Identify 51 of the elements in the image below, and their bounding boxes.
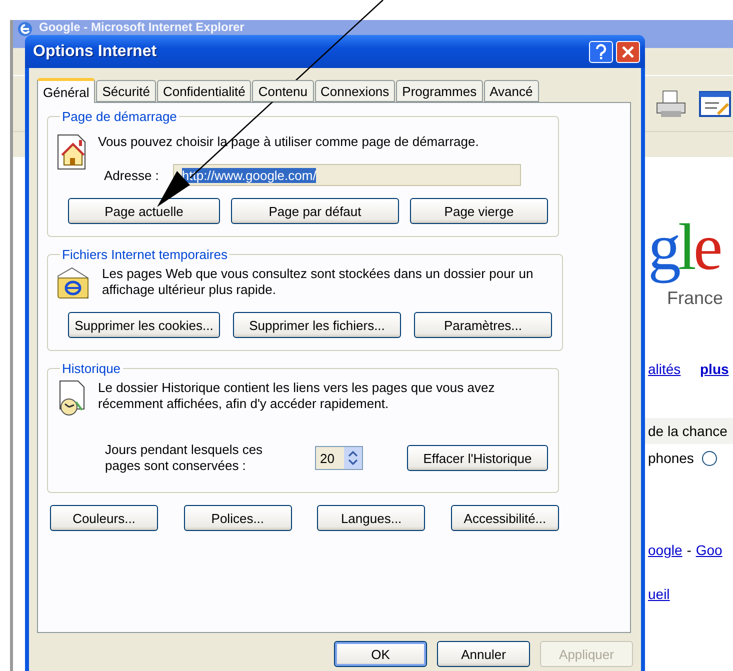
clear-history-button[interactable]: Effacer l'Historique [407, 445, 548, 471]
settings-button[interactable]: Accessibilité... [450, 505, 559, 531]
files-button[interactable]: Paramètres... [414, 312, 552, 338]
page-button[interactable]: Page par défaut [231, 198, 399, 224]
tab[interactable]: Confidentialité [156, 80, 252, 102]
settings-button[interactable]: Polices... [184, 505, 292, 531]
footer-link[interactable]: Goo [696, 542, 722, 558]
logo-text: gle [648, 211, 720, 284]
settings-button[interactable]: Langues... [317, 505, 426, 531]
house-page-icon [56, 134, 88, 170]
banner-text: de la chance [648, 423, 728, 439]
tab[interactable]: Avancé [484, 80, 539, 102]
group-title: Fichiers Internet temporaires [61, 247, 228, 262]
tab[interactable]: Sécurité [96, 80, 156, 102]
dialog-button[interactable]: OK [334, 641, 427, 667]
up-down-arrows-icon [348, 450, 358, 466]
dialog-button[interactable]: Annuler [437, 641, 530, 667]
nav-link[interactable]: plus [700, 361, 729, 377]
address-label: Adresse : [104, 168, 159, 182]
close-button[interactable] [616, 40, 640, 62]
days-label: Jours pendant lesquels ces pages sont conservées : [105, 442, 264, 474]
close-icon [622, 46, 634, 58]
tab[interactable]: Programmes [396, 80, 483, 102]
window-title: Google - Microsoft Internet Explorer [39, 21, 244, 34]
edit-page-icon[interactable] [699, 88, 731, 118]
separator-text: - [686, 542, 692, 558]
tab[interactable]: Contenu [252, 80, 314, 102]
days-value: 20 [319, 450, 336, 468]
group-title: Page de démarrage [61, 109, 178, 124]
files-button[interactable]: Supprimer les cookies... [68, 312, 220, 338]
tab[interactable]: Connexions [314, 80, 396, 102]
home-link[interactable]: ueil [648, 586, 670, 602]
globe-e-icon [17, 21, 33, 37]
page-button[interactable]: Page vierge [410, 198, 548, 224]
nav-link[interactable]: alités [648, 361, 681, 377]
printer-icon[interactable] [655, 88, 687, 118]
help-button[interactable] [589, 40, 613, 62]
region-label: France [667, 288, 724, 308]
dialog-title: Options Internet [33, 42, 158, 60]
group-title: Historique [61, 361, 122, 376]
tab[interactable]: Général [37, 78, 96, 103]
question-mark-icon [595, 44, 607, 60]
footer-link[interactable]: oogle [648, 542, 682, 558]
days-spinner[interactable]: 20 [315, 446, 363, 470]
description-text: Vous pouvez choisir la page à utiliser comme page de démarrage. [98, 134, 480, 150]
settings-button[interactable]: Couleurs... [50, 505, 158, 531]
description-text: Le dossier Historique contient les liens vers les pages que vous avez récemment affichées, afin d'y accéder rapidement. [98, 380, 496, 412]
files-button[interactable]: Supprimer les fichiers... [233, 312, 401, 338]
page-button[interactable]: Page actuelle [68, 198, 220, 224]
radio-label: phones [648, 450, 694, 466]
description-text: Les pages Web que vous consultez sont stockées dans un dossier pour un affichage ultérieur plus rapide. [102, 266, 534, 298]
